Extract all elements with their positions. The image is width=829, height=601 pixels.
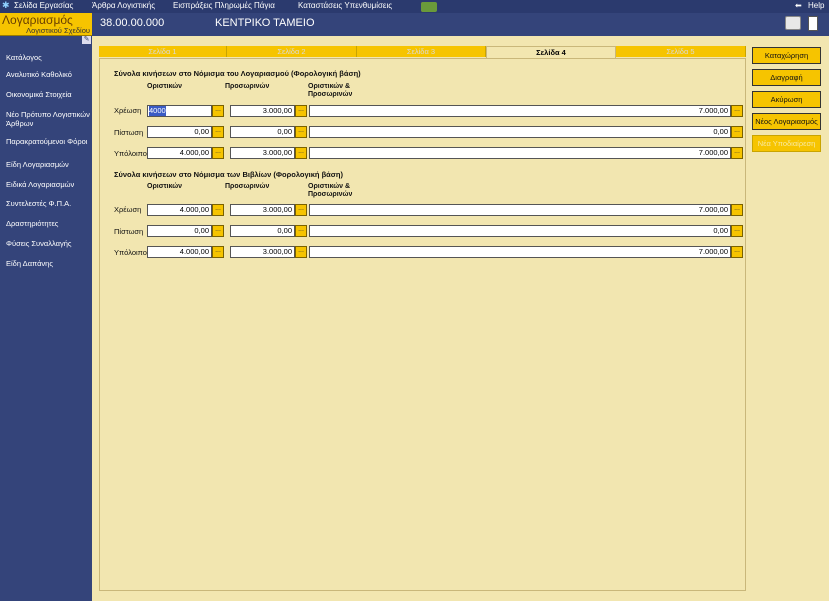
col-header-final: Οριστικών <box>147 83 183 90</box>
field-value: 4000 <box>149 106 166 116</box>
menu-bar: ✱ Σελίδα Εργασίας Άρθρα Λογιστικής Εισπρ… <box>0 0 829 13</box>
star-icon: ✱ <box>2 0 10 10</box>
lookup-button[interactable]: ... <box>212 147 224 159</box>
row-label-balance: Υπόλοιπο <box>114 149 147 158</box>
lookup-button[interactable]: ... <box>295 147 307 159</box>
sidebar-item-vat[interactable]: Συντελεστές Φ.Π.Α. <box>6 199 92 208</box>
field-final-credit[interactable]: 0,00 <box>147 225 212 237</box>
field-temp-balance[interactable]: 3.000,00 <box>230 246 295 258</box>
section-account-currency-title: Σύνολα κινήσεων στο Νόμισμα του Λογαριασ… <box>114 69 361 78</box>
lookup-button[interactable]: ... <box>295 126 307 138</box>
field-temp-balance[interactable]: 3.000,00 <box>230 147 295 159</box>
field-final-balance[interactable]: 4.000,00 <box>147 147 212 159</box>
help-link[interactable]: Help <box>808 1 824 10</box>
sidebar-item-transaction-types[interactable]: Φύσεις Συναλλαγής <box>6 239 92 248</box>
menu-item-reports[interactable]: Καταστάσεις Υπενθυμίσεις <box>298 1 392 10</box>
sidebar-item-expense-types[interactable]: Είδη Δαπάνης <box>6 259 92 268</box>
tab-page-1[interactable]: Σελίδα 1 <box>99 46 227 57</box>
cancel-button[interactable]: Ακύρωση <box>752 91 821 108</box>
lookup-button[interactable]: ... <box>731 105 743 117</box>
sidebar-item-special[interactable]: Ειδικά Λογαριασμών <box>6 180 92 189</box>
row-label-balance: Υπόλοιπο <box>114 248 147 257</box>
arrow-left-icon: ⬅ <box>795 1 802 10</box>
field-temp-credit[interactable]: 0,00 <box>230 126 295 138</box>
field-temp-credit[interactable]: 0,00 <box>230 225 295 237</box>
field-temp-debit[interactable]: 3.000,00 <box>230 204 295 216</box>
menu-item-accounting-entries[interactable]: Άρθρα Λογιστικής <box>92 1 155 10</box>
field-total-balance[interactable]: 7.000,00 <box>309 246 731 258</box>
sidebar-item-withholding[interactable]: Παρακρατούμενοι Φόροι <box>6 137 92 146</box>
row-label-debit: Χρέωση <box>114 106 142 115</box>
lookup-button[interactable]: ... <box>295 246 307 258</box>
lookup-button[interactable]: ... <box>212 126 224 138</box>
sidebar-item-catalog[interactable]: Κατάλογος <box>6 53 92 62</box>
lookup-button[interactable]: ... <box>731 225 743 237</box>
sidebar-subtitle: Λογιστικού Σχεδίου <box>26 26 90 35</box>
field-final-debit[interactable]: 4000 <box>147 105 212 117</box>
sidebar-item-financial[interactable]: Οικονομικά Στοιχεία <box>6 90 92 99</box>
menu-item-payments[interactable]: Εισπράξεις Πληρωμές Πάγια <box>173 1 275 10</box>
sidebar-item-account-types[interactable]: Είδη Λογαριασμών <box>6 160 92 169</box>
tab-panel: Σύνολα κινήσεων στο Νόμισμα του Λογαριασ… <box>99 58 746 591</box>
lookup-button[interactable]: ... <box>212 105 224 117</box>
pin-icon[interactable]: ✎ <box>82 36 91 44</box>
book-icon[interactable] <box>785 16 801 30</box>
tab-page-5[interactable]: Σελίδα 5 <box>616 46 746 57</box>
lookup-button[interactable]: ... <box>295 225 307 237</box>
col-header-final: Οριστικών <box>147 183 183 190</box>
lookup-button[interactable]: ... <box>212 204 224 216</box>
section-books-currency-title: Σύνολα κινήσεων στο Νόμισμα των Βιβλίων … <box>114 170 343 179</box>
account-name: ΚΕΝΤΡΙΚΟ ΤΑΜΕΙΟ <box>215 17 315 29</box>
col-header-total: Οριστικών & Προσωρινών <box>308 83 353 98</box>
sidebar: Κατάλογος Αναλυτικό Καθολικό Οικονομικά … <box>0 36 92 601</box>
row-label-credit: Πίστωση <box>114 128 144 137</box>
lookup-button[interactable]: ... <box>731 147 743 159</box>
new-account-button[interactable]: Νέος Λογαριασμός <box>752 113 821 130</box>
col-header-temporary: Προσωρινών <box>225 183 270 190</box>
row-label-debit: Χρέωση <box>114 205 142 214</box>
col-header-temporary: Προσωρινών <box>225 83 270 90</box>
account-code: 38.00.00.000 <box>100 17 165 29</box>
lookup-button[interactable]: ... <box>731 246 743 258</box>
field-total-debit[interactable]: 7.000,00 <box>309 105 731 117</box>
field-total-credit[interactable]: 0,00 <box>309 126 731 138</box>
field-total-credit[interactable]: 0,00 <box>309 225 731 237</box>
lookup-button[interactable]: ... <box>731 204 743 216</box>
lookup-button[interactable]: ... <box>731 126 743 138</box>
col-header-total: Οριστικών & Προσωρινών <box>308 183 353 198</box>
new-subdivision-button[interactable]: Νέα Υποδιαίρεση <box>752 135 821 152</box>
sidebar-header: Λογαριασμός Λογιστικού Σχεδίου <box>0 13 92 36</box>
save-button[interactable]: Καταχώρηση <box>752 47 821 64</box>
row-label-credit: Πίστωση <box>114 227 144 236</box>
menu-item-worksheet[interactable]: Σελίδα Εργασίας <box>14 1 73 10</box>
main-content: Σελίδα 1 Σελίδα 2 Σελίδα 3 Σελίδα 4 Σελί… <box>92 36 829 601</box>
field-temp-debit[interactable]: 3.000,00 <box>230 105 295 117</box>
field-total-debit[interactable]: 7.000,00 <box>309 204 731 216</box>
tab-page-3[interactable]: Σελίδα 3 <box>357 46 486 57</box>
delete-button[interactable]: Διαγραφή <box>752 69 821 86</box>
lookup-button[interactable]: ... <box>212 246 224 258</box>
sidebar-item-activities[interactable]: Δραστηριότητες <box>6 219 92 228</box>
lookup-button[interactable]: ... <box>295 204 307 216</box>
field-total-balance[interactable]: 7.000,00 <box>309 147 731 159</box>
calendar-icon[interactable] <box>421 2 437 12</box>
lookup-button[interactable]: ... <box>295 105 307 117</box>
field-final-credit[interactable]: 0,00 <box>147 126 212 138</box>
sidebar-item-new-template[interactable]: Νέο Πρότυπο Λογιστικών Άρθρων <box>6 110 92 128</box>
field-final-debit[interactable]: 4.000,00 <box>147 204 212 216</box>
sidebar-title: Λογαριασμός <box>2 13 73 27</box>
field-final-balance[interactable]: 4.000,00 <box>147 246 212 258</box>
clipboard-icon[interactable] <box>808 16 818 31</box>
account-header: 38.00.00.000 ΚΕΝΤΡΙΚΟ ΤΑΜΕΙΟ <box>92 13 829 36</box>
lookup-button[interactable]: ... <box>212 225 224 237</box>
tab-page-4[interactable]: Σελίδα 4 <box>486 46 616 58</box>
sidebar-item-ledger[interactable]: Αναλυτικό Καθολικό <box>6 70 92 79</box>
tab-page-2[interactable]: Σελίδα 2 <box>227 46 357 57</box>
